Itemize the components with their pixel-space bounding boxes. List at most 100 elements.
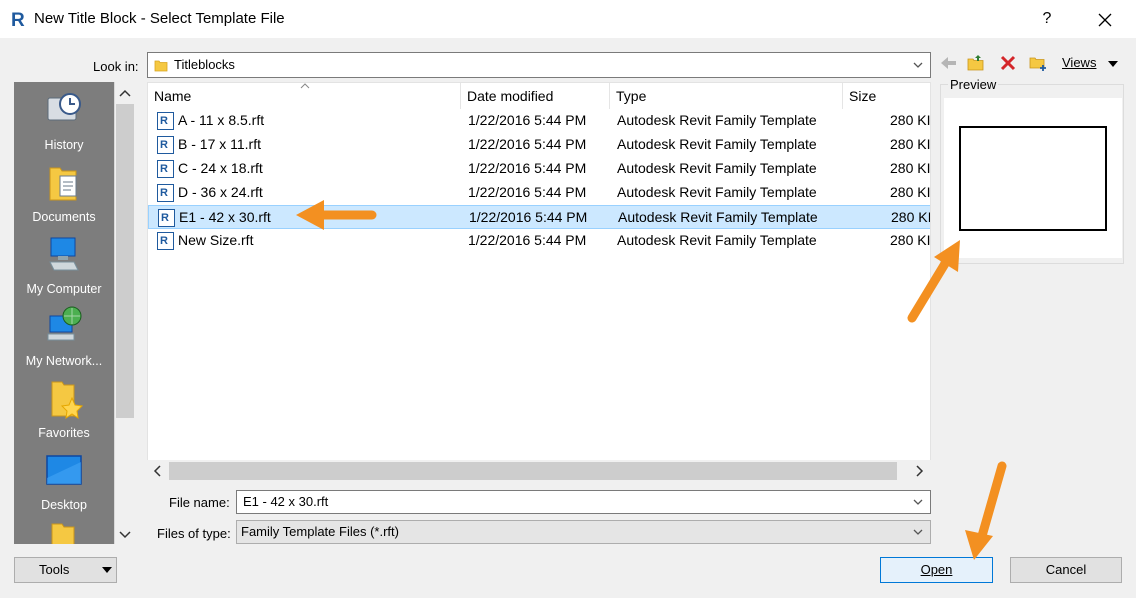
file-size: 280 KI bbox=[890, 112, 931, 128]
place-label: Favorites bbox=[38, 426, 90, 440]
close-icon bbox=[1098, 13, 1112, 27]
table-row[interactable]: R New Size.rft 1/22/2016 5:44 PM Autodes… bbox=[148, 229, 931, 253]
places-bar: History Documents My Computer My Network… bbox=[14, 82, 114, 544]
back-arrow-icon[interactable] bbox=[938, 52, 960, 74]
file-date: 1/22/2016 5:44 PM bbox=[468, 136, 587, 152]
place-label: My Network... bbox=[25, 354, 103, 368]
file-type: Autodesk Revit Family Template bbox=[618, 209, 818, 225]
file-name-field[interactable]: E1 - 42 x 30.rft bbox=[236, 490, 931, 514]
table-row[interactable]: R C - 24 x 18.rft 1/22/2016 5:44 PM Auto… bbox=[148, 157, 931, 181]
preview-thumbnail bbox=[959, 126, 1107, 231]
place-desktop[interactable]: Desktop bbox=[14, 448, 114, 512]
file-name: E1 - 42 x 30.rft bbox=[179, 209, 271, 225]
svg-text:R: R bbox=[160, 187, 168, 199]
chevron-down-icon bbox=[913, 62, 923, 68]
svg-text:R: R bbox=[11, 10, 25, 29]
column-header-size[interactable]: Size bbox=[843, 83, 930, 109]
scroll-down-icon[interactable] bbox=[114, 524, 136, 544]
place-my-network[interactable]: My Network... bbox=[14, 304, 114, 368]
place-documents[interactable]: Documents bbox=[14, 160, 114, 224]
folder-icon bbox=[51, 523, 75, 544]
table-row[interactable]: R D - 36 x 24.rft 1/22/2016 5:44 PM Auto… bbox=[148, 181, 931, 205]
svg-text:R: R bbox=[160, 163, 168, 175]
file-list[interactable]: Name Date modified Type Size R A - 11 x … bbox=[147, 82, 931, 482]
place-label: My Computer bbox=[26, 282, 102, 296]
file-name-value[interactable]: E1 - 42 x 30.rft bbox=[243, 494, 328, 509]
file-date: 1/22/2016 5:44 PM bbox=[469, 209, 588, 225]
file-type: Autodesk Revit Family Template bbox=[617, 136, 817, 152]
table-row[interactable]: R B - 17 x 11.rft 1/22/2016 5:44 PM Auto… bbox=[148, 133, 931, 157]
tools-dropdown-icon[interactable] bbox=[102, 567, 112, 573]
revit-file-icon: R bbox=[157, 160, 174, 178]
sort-ascending-icon bbox=[300, 83, 310, 89]
views-button[interactable]: Views bbox=[1062, 55, 1096, 70]
file-type-value: Family Template Files (*.rft) bbox=[241, 524, 399, 539]
revit-file-icon: R bbox=[157, 232, 174, 250]
file-date: 1/22/2016 5:44 PM bbox=[468, 184, 587, 200]
favorites-icon bbox=[51, 381, 84, 420]
file-type-label: Files of type: bbox=[157, 526, 231, 541]
new-folder-icon[interactable] bbox=[1027, 52, 1049, 74]
scroll-right-icon[interactable] bbox=[912, 462, 926, 480]
scroll-left-icon[interactable] bbox=[151, 462, 165, 480]
chevron-down-icon bbox=[913, 529, 923, 535]
file-size: 280 KI bbox=[890, 160, 931, 176]
place-history[interactable]: History bbox=[14, 88, 114, 152]
file-name: New Size.rft bbox=[178, 232, 254, 248]
views-dropdown-icon[interactable] bbox=[1108, 61, 1118, 67]
documents-icon bbox=[49, 167, 77, 201]
revit-app-icon: R bbox=[11, 10, 25, 29]
file-size: 280 KI bbox=[891, 209, 931, 225]
file-name: C - 24 x 18.rft bbox=[178, 160, 263, 176]
cancel-button[interactable]: Cancel bbox=[1010, 557, 1122, 583]
revit-file-icon: R bbox=[157, 112, 174, 130]
file-size: 280 KI bbox=[890, 184, 931, 200]
scroll-up-icon[interactable] bbox=[114, 84, 136, 104]
help-button[interactable]: ? bbox=[1032, 4, 1062, 34]
window-title: New Title Block - Select Template File bbox=[34, 10, 285, 27]
file-type: Autodesk Revit Family Template bbox=[617, 232, 817, 248]
file-type: Autodesk Revit Family Template bbox=[617, 184, 817, 200]
folder-icon bbox=[154, 60, 168, 72]
table-row[interactable]: R A - 11 x 8.5.rft 1/22/2016 5:44 PM Aut… bbox=[148, 109, 931, 133]
file-name: B - 17 x 11.rft bbox=[178, 136, 261, 152]
close-button[interactable] bbox=[1088, 4, 1122, 34]
svg-text:R: R bbox=[160, 139, 168, 151]
file-name: D - 36 x 24.rft bbox=[178, 184, 263, 200]
network-icon bbox=[47, 306, 82, 341]
desktop-icon bbox=[46, 455, 82, 485]
place-more[interactable] bbox=[14, 520, 114, 544]
svg-text:R: R bbox=[160, 115, 168, 127]
revit-file-icon: R bbox=[157, 184, 174, 202]
open-button[interactable]: Open bbox=[880, 557, 993, 583]
place-my-computer[interactable]: My Computer bbox=[14, 232, 114, 296]
file-name: A - 11 x 8.5.rft bbox=[178, 112, 265, 128]
chevron-down-icon[interactable] bbox=[912, 494, 924, 510]
revit-file-icon: R bbox=[158, 209, 175, 227]
up-folder-icon[interactable] bbox=[965, 52, 987, 74]
look-in-dropdown[interactable]: Titleblocks bbox=[147, 52, 931, 78]
delete-icon[interactable] bbox=[997, 52, 1019, 74]
revit-file-icon: R bbox=[157, 136, 174, 154]
file-size: 280 KI bbox=[890, 232, 931, 248]
svg-text:R: R bbox=[160, 235, 168, 247]
file-date: 1/22/2016 5:44 PM bbox=[468, 160, 587, 176]
file-date: 1/22/2016 5:44 PM bbox=[468, 112, 587, 128]
file-type: Autodesk Revit Family Template bbox=[617, 112, 817, 128]
place-favorites[interactable]: Favorites bbox=[14, 376, 114, 440]
look-in-value: Titleblocks bbox=[174, 57, 235, 72]
look-in-label: Look in: bbox=[93, 59, 139, 74]
file-type: Autodesk Revit Family Template bbox=[617, 160, 817, 176]
file-name-label: File name: bbox=[169, 495, 230, 510]
file-type-dropdown[interactable]: Family Template Files (*.rft) bbox=[236, 520, 931, 544]
place-label: Desktop bbox=[41, 498, 87, 512]
annotation-arrow-open bbox=[965, 461, 1007, 560]
horizontal-scroll-thumb[interactable] bbox=[169, 462, 897, 480]
column-header-date[interactable]: Date modified bbox=[461, 83, 610, 109]
places-scroll-thumb[interactable] bbox=[116, 104, 134, 418]
table-row-selected[interactable]: R E1 - 42 x 30.rft 1/22/2016 5:44 PM Aut… bbox=[148, 205, 931, 229]
computer-icon bbox=[49, 237, 79, 271]
file-size: 280 KI bbox=[890, 136, 931, 152]
column-header-type[interactable]: Type bbox=[610, 83, 843, 109]
preview-label: Preview bbox=[948, 77, 999, 92]
